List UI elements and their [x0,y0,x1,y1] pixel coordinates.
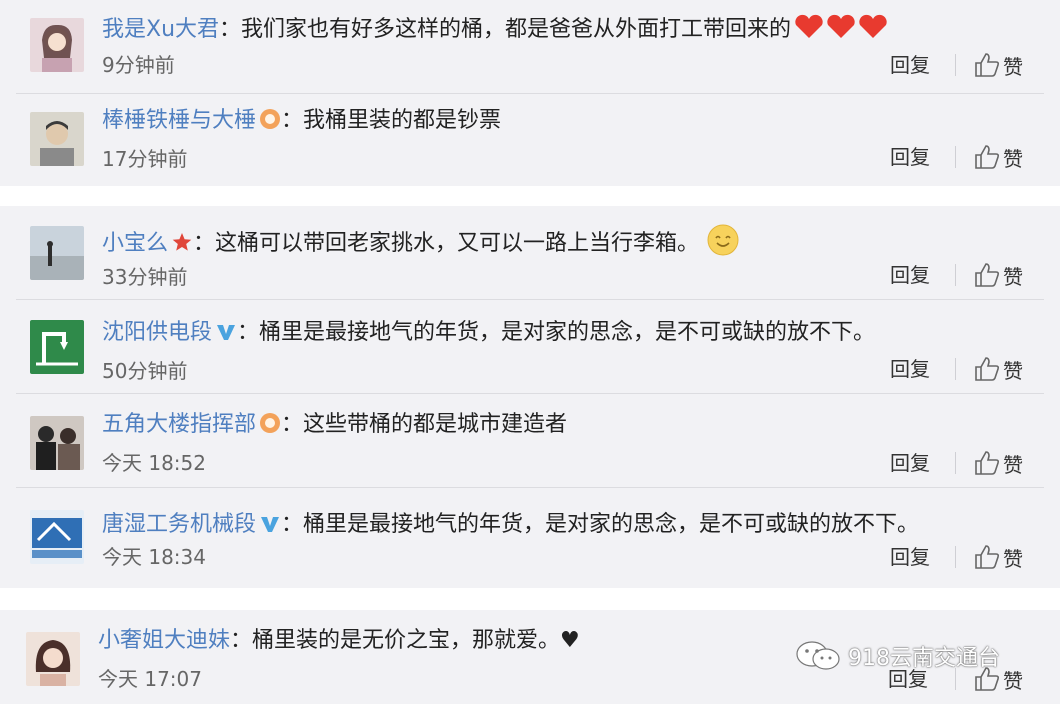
orange-level-icon [259,412,281,434]
thumbs-up-icon [975,357,1000,381]
avatar-girl-icon [30,18,84,72]
comment-panel: 我是Xu大君：我们家也有好多这样的桶，都是爸爸从外面打工带回来的 9分钟前 回复… [0,0,1060,186]
comment-item: 我是Xu大君：我们家也有好多这样的桶，都是爸爸从外面打工带回来的 9分钟前 回复… [0,0,1060,94]
timestamp: 17分钟前 [102,147,188,171]
timestamp: 今天 18:52 [102,451,206,475]
like-button[interactable]: 赞 [973,542,1023,572]
like-label: 赞 [1003,452,1023,477]
avatar-green-logo-icon [30,320,84,374]
colon: ： [281,512,304,537]
reply-button[interactable]: 回复 [890,450,930,476]
reply-button[interactable]: 回复 [890,52,930,78]
comment-item: 沈阳供电段 ：桶里是最接地气的年货，是对家的思念，是不可或缺的放不下。 50分钟前… [0,300,1060,394]
avatar-woman-icon [26,632,80,686]
comment-line: 唐湿工务机械段 ：桶里是最接地气的年货，是对家的思念，是不可或缺的放不下。 [102,510,1040,540]
like-button[interactable]: 赞 [973,50,1023,80]
wechat-icon [796,641,840,670]
avatar[interactable] [30,320,84,374]
thumbs-up-icon [975,451,1000,475]
avatar-man-icon [30,112,84,166]
comment-text: 桶里是最接地气的年货，是对家的思念，是不可或缺的放不下。 [259,320,876,345]
comment-line: 沈阳供电段 ：桶里是最接地气的年货，是对家的思念，是不可或缺的放不下。 [102,318,1040,348]
comment-text: 我们家也有好多这样的桶，都是爸爸从外面打工带回来的 [241,17,792,42]
thumbs-up-icon [975,263,1000,287]
like-button[interactable]: 赞 [973,142,1023,172]
avatar-people-icon [30,416,84,470]
username-link[interactable]: 棒棰铁棰与大棰 [102,108,256,133]
reply-button[interactable]: 回复 [890,144,930,170]
timestamp: 33分钟前 [102,265,188,289]
colon: ： [237,320,260,345]
smile-emoji-icon [707,224,739,265]
username-link[interactable]: 五角大楼指挥部 [102,412,256,437]
orange-level-icon [259,108,281,130]
colon: ： [281,412,304,437]
like-label: 赞 [1003,546,1023,571]
like-button[interactable]: 赞 [973,260,1023,290]
divider [955,264,956,286]
like-label: 赞 [1003,146,1023,171]
timestamp: 9分钟前 [102,53,175,77]
thumbs-up-icon [975,145,1000,169]
comment-text: 这桶可以带回老家挑水，又可以一路上当行李箱。 [215,231,700,256]
like-button[interactable]: 赞 [973,448,1023,478]
comment-item: 唐湿工务机械段 ：桶里是最接地气的年货，是对家的思念，是不可或缺的放不下。 今天 … [0,488,1060,588]
avatar[interactable] [30,18,84,72]
comment-line: 五角大楼指挥部 ：这些带桶的都是城市建造者 [102,410,1040,440]
colon: ： [219,17,242,42]
comment-text: 桶里装的是无价之宝，那就爱。♥ [252,628,580,653]
avatar-beach-icon [30,226,84,280]
like-button[interactable]: 赞 [973,354,1023,384]
like-label: 赞 [1003,264,1023,289]
divider [955,546,956,568]
reply-button[interactable]: 回复 [890,262,930,288]
comment-panel: 小宝么 ：这桶可以带回老家挑水，又可以一路上当行李箱。 33分钟前 回复 赞 沈阳… [0,206,1060,588]
comment-line: 我是Xu大君：我们家也有好多这样的桶，都是爸爸从外面打工带回来的 [102,14,1040,49]
watermark: 918云南交通台 [794,640,1000,672]
divider [955,358,956,380]
comment-item: 五角大楼指挥部 ：这些带桶的都是城市建造者 今天 18:52 回复 赞 [0,394,1060,488]
reply-button[interactable]: 回复 [890,544,930,570]
username-link[interactable]: 小宝么 [102,231,168,256]
thumbs-up-icon [975,53,1000,77]
avatar-blue-logo-icon [30,510,84,564]
colon: ： [193,231,216,256]
comment-line: 小宝么 ：这桶可以带回老家挑水，又可以一路上当行李箱。 [102,224,1040,265]
username-link[interactable]: 小奢姐大迪妹 [98,628,230,653]
avatar[interactable] [30,510,84,564]
like-label: 赞 [1003,358,1023,383]
divider [955,54,956,76]
reply-button[interactable]: 回复 [890,356,930,382]
like-label: 赞 [1003,668,1023,693]
username-link[interactable]: 沈阳供电段 [102,320,212,345]
colon: ： [281,108,304,133]
comment-text: 桶里是最接地气的年货，是对家的思念，是不可或缺的放不下。 [303,512,920,537]
avatar[interactable] [26,632,80,686]
watermark-text: 918云南交通台 [848,646,1000,671]
avatar[interactable] [30,112,84,166]
like-label: 赞 [1003,54,1023,79]
divider [955,146,956,168]
comment-text: 这些带桶的都是城市建造者 [303,412,568,437]
verified-v-icon [215,320,237,342]
timestamp: 50分钟前 [102,359,188,383]
divider [955,452,956,474]
avatar[interactable] [30,416,84,470]
colon: ： [230,628,253,653]
verified-v-icon [259,512,281,534]
comment-line: 棒棰铁棰与大棰 ：我桶里装的都是钞票 [102,106,1040,136]
username-link[interactable]: 我是Xu大君 [102,17,219,42]
thumbs-up-icon [975,545,1000,569]
comment-text: 我桶里装的都是钞票 [303,108,502,133]
timestamp: 今天 17:07 [98,667,202,691]
avatar[interactable] [30,226,84,280]
comment-item: 棒棰铁棰与大棰 ：我桶里装的都是钞票 17分钟前 回复 赞 [0,94,1060,186]
hearts-icon [793,14,889,49]
timestamp: 今天 18:34 [102,545,206,569]
username-link[interactable]: 唐湿工务机械段 [102,512,256,537]
red-star-icon [171,231,193,253]
comment-item: 小宝么 ：这桶可以带回老家挑水，又可以一路上当行李箱。 33分钟前 回复 赞 [0,206,1060,300]
